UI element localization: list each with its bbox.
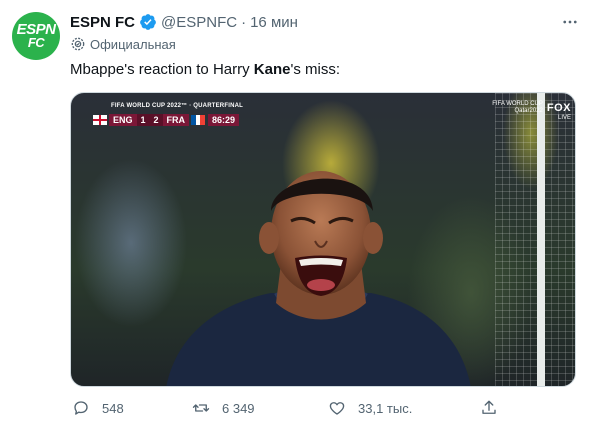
tweet-header: ESPN FC @ESPNFC · 16 мин xyxy=(70,12,580,32)
player-figure xyxy=(166,171,471,386)
display-name[interactable]: ESPN FC xyxy=(70,14,135,31)
retweet-button[interactable]: 6 349 xyxy=(192,398,255,418)
team1-score: 1 xyxy=(136,114,150,126)
broadcaster-logo: FIFA WORLD CUP Qatar2022 FOX LIVE xyxy=(492,101,571,122)
team1-label: ENG xyxy=(109,114,137,126)
share-button[interactable] xyxy=(480,398,510,418)
broadcaster-competition: FIFA WORLD CUP xyxy=(492,101,543,107)
avatar[interactable]: ESPN FC xyxy=(12,12,60,60)
team2-label: FRA xyxy=(162,114,190,126)
tweet-text-before: Mbappe's reaction to Harry xyxy=(70,61,254,78)
more-options-icon[interactable] xyxy=(560,12,580,32)
reply-icon xyxy=(74,401,88,415)
tweet-media-image[interactable]: FIFA WORLD CUP 2022™ · QUARTERFINAL ENG … xyxy=(70,92,576,387)
tweet-text: Mbappe's reaction to Harry Kane's miss: xyxy=(70,61,340,78)
scorebug: FIFA WORLD CUP 2022™ · QUARTERFINAL ENG … xyxy=(93,103,243,127)
tweet-text-bold[interactable]: Kane xyxy=(254,61,291,78)
france-flag-icon xyxy=(191,115,206,125)
like-button[interactable]: 33,1 тыс. xyxy=(328,398,412,418)
reply-button[interactable]: 548 xyxy=(72,398,124,418)
team2-score: 2 xyxy=(149,114,163,126)
scorebug-competition: FIFA WORLD CUP 2022™ · QUARTERFINAL xyxy=(111,103,244,109)
tweet-actions: 548 6 349 33,1 тыс. xyxy=(70,398,496,418)
verified-badge-icon xyxy=(139,13,157,31)
live-indicator: LIVE xyxy=(557,115,571,121)
timestamp[interactable]: 16 мин xyxy=(250,14,298,31)
like-count: 33,1 тыс. xyxy=(358,400,413,416)
official-gear-icon xyxy=(71,37,85,51)
official-label: Официальная xyxy=(90,36,176,52)
match-clock: 86:29 xyxy=(208,114,240,126)
broadcaster-edition: Qatar2022 xyxy=(514,108,543,114)
heart-icon xyxy=(329,402,345,415)
avatar-text-bottom: FC xyxy=(27,34,45,50)
handle[interactable]: @ESPNFC xyxy=(161,14,237,31)
tweet-text-after: 's miss: xyxy=(290,61,340,78)
england-flag-icon xyxy=(93,115,107,125)
reply-count: 548 xyxy=(102,400,124,416)
retweet-count: 6 349 xyxy=(222,400,255,416)
retweet-icon xyxy=(192,404,210,412)
fox-logo: FOX xyxy=(546,101,571,114)
separator-dot: · xyxy=(241,13,247,31)
official-badge: Официальная xyxy=(70,36,176,52)
share-icon xyxy=(482,400,496,414)
